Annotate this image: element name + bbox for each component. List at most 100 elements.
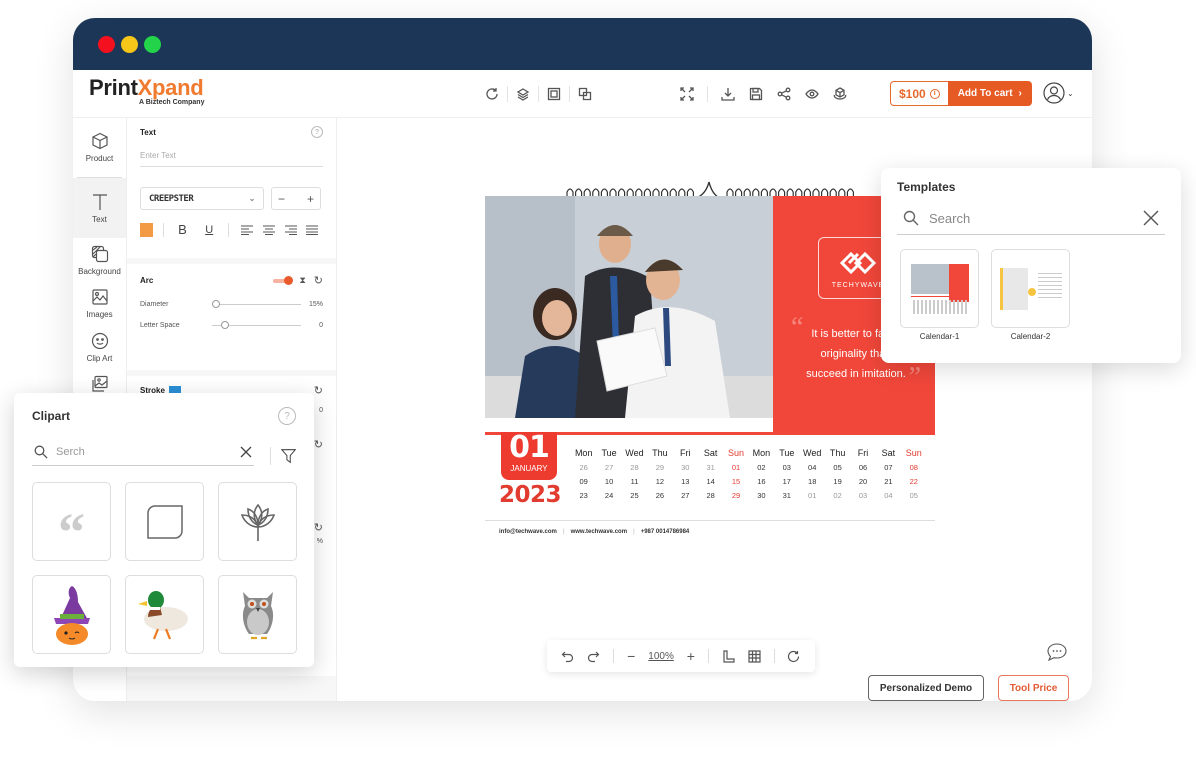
price-display[interactable]: $100 i (890, 81, 948, 106)
decrease-size-button[interactable]: − (278, 192, 285, 206)
open-quote-icon: “ (791, 312, 804, 343)
zoom-level[interactable]: 100% (648, 651, 674, 662)
reset-icon[interactable]: ↻ (314, 274, 323, 287)
reset-icon[interactable]: ↻ (314, 384, 323, 397)
rail-item-text[interactable]: Text (73, 178, 126, 238)
logo-part1: Print (89, 75, 138, 100)
calendar-day-cell: 29 (655, 463, 665, 472)
templates-popup: Templates Search Calendar-1 Calendar-2 (881, 168, 1181, 363)
preview-button[interactable] (798, 84, 826, 104)
clipart-search[interactable]: Serch (32, 445, 254, 466)
calendar-photo[interactable] (485, 196, 773, 418)
lotus-clipart (240, 503, 275, 541)
calendar-day-cell: 04 (808, 463, 817, 472)
calendar-year: 2023 (499, 482, 562, 508)
clipart-search-input[interactable]: Serch (56, 446, 240, 458)
diameter-slider[interactable] (212, 300, 301, 308)
font-select[interactable]: CREEPSTER ⌄ (140, 187, 264, 210)
refresh-icon[interactable] (787, 650, 800, 663)
history-button[interactable] (478, 84, 506, 104)
calendar-day-cell: 08 (909, 463, 918, 472)
background-icon (91, 245, 108, 262)
slider-handle[interactable] (212, 300, 221, 308)
3d-view-button[interactable] (826, 84, 854, 104)
letter-space-slider-row: Letter Space 0 (140, 321, 323, 329)
text-input[interactable]: Enter Text (140, 151, 323, 167)
share-button[interactable] (770, 84, 798, 104)
share-icon (777, 87, 791, 101)
templates-search-input[interactable]: Search (929, 211, 1143, 226)
calendar-day-cell: 09 (579, 477, 588, 486)
align-right-button[interactable] (280, 225, 302, 235)
close-window-button[interactable] (98, 36, 115, 53)
logo-tagline: A Biztech Company (139, 99, 205, 106)
save-button[interactable] (742, 84, 770, 104)
undo-icon[interactable] (561, 650, 574, 663)
clipart-item-pumpkin[interactable] (32, 575, 111, 654)
template-item[interactable]: Calendar-2 (991, 249, 1070, 341)
slider-handle[interactable] (221, 321, 230, 329)
ruler-icon[interactable] (722, 649, 735, 663)
personalized-demo-button[interactable]: Personalized Demo (868, 675, 984, 701)
clipart-item-duck[interactable] (125, 575, 204, 654)
calendar-day-cell: 19 (833, 477, 842, 486)
send-back-button[interactable] (571, 84, 599, 104)
search-icon (903, 210, 919, 226)
arc-toggle[interactable] (273, 275, 294, 285)
align-left-button[interactable] (236, 225, 258, 235)
calendar-day-cell: 10 (604, 477, 614, 486)
diameter-label: Diameter (140, 301, 169, 308)
text-color-swatch[interactable] (140, 222, 154, 237)
grid-icon[interactable] (748, 649, 761, 663)
calendar-day-cell: 28 (706, 491, 715, 500)
rail-item-clipart[interactable]: Clip Art (73, 324, 126, 370)
text-card-title: Text (140, 127, 156, 137)
bold-button[interactable]: B (172, 222, 193, 237)
zoom-in-button[interactable]: + (687, 648, 695, 664)
minimize-window-button[interactable] (121, 36, 138, 53)
help-icon[interactable]: ? (311, 126, 323, 138)
template-item[interactable]: Calendar-1 (900, 249, 979, 341)
clipart-item-shape[interactable] (125, 482, 204, 561)
download-button[interactable] (714, 84, 742, 104)
zoom-out-button[interactable]: − (627, 648, 635, 664)
flip-arc-icon[interactable]: ⧗ (299, 275, 305, 286)
align-justify-button[interactable] (301, 225, 323, 235)
calendar-design[interactable]: TECHYWAVE “ It is better to fail in orig… (485, 178, 935, 544)
calendar-day-cell: 04 (884, 491, 893, 500)
date-month: JANUARY (510, 464, 548, 473)
brand-mark-icon (839, 251, 877, 274)
increase-size-button[interactable]: + (307, 192, 314, 206)
underline-button[interactable]: U (199, 224, 220, 236)
tool-price-button[interactable]: Tool Price (998, 675, 1069, 701)
layers-button[interactable] (509, 84, 537, 104)
rail-item-product[interactable]: Product (77, 118, 122, 178)
bring-front-button[interactable] (540, 84, 568, 104)
font-size-stepper[interactable]: − + (271, 187, 321, 210)
close-icon[interactable] (240, 446, 252, 458)
redo-icon[interactable] (587, 650, 600, 663)
fullscreen-button[interactable] (673, 84, 701, 104)
filter-icon[interactable] (280, 447, 296, 465)
calendar-day-cell: 23 (579, 491, 588, 500)
letter-space-slider[interactable] (212, 321, 301, 329)
close-icon[interactable] (1143, 210, 1159, 226)
chat-button[interactable] (1045, 642, 1069, 669)
add-to-cart-button[interactable]: Add To cart › (947, 81, 1032, 106)
clipart-item-owl[interactable] (218, 575, 297, 654)
maximize-window-button[interactable] (144, 36, 161, 53)
help-icon[interactable]: ? (278, 407, 296, 425)
templates-title: Templates (897, 180, 956, 194)
user-menu[interactable]: ⌄ (1043, 82, 1074, 104)
clipart-item-lotus[interactable] (218, 482, 297, 561)
divider: | (562, 529, 565, 535)
rail-item-background[interactable]: Background (73, 238, 126, 282)
logo-part2: Xpand (137, 75, 204, 100)
align-center-button[interactable] (258, 225, 280, 235)
clipart-item-quote[interactable]: “ (32, 482, 111, 561)
templates-search[interactable]: Search (897, 210, 1165, 235)
divider (613, 649, 615, 663)
rail-item-images[interactable]: Images (73, 282, 126, 324)
weekday-header: Tue (779, 448, 795, 458)
calendar-day-cell: 27 (604, 463, 614, 472)
